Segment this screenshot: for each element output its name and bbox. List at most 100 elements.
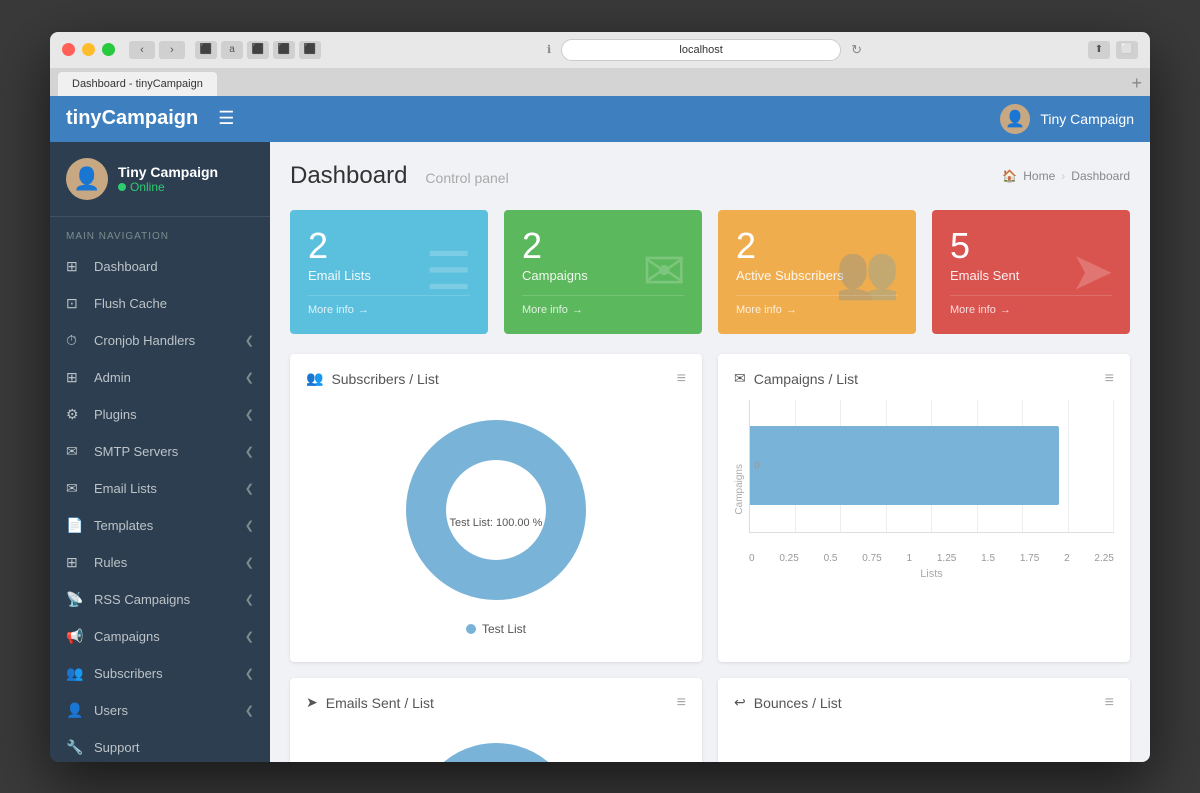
sidebar-item-smtp[interactable]: ✉ SMTP Servers ❮ [50,433,270,470]
sidebar-item-label: Users [94,703,128,718]
x-axis-label: Lists [749,568,1114,580]
stat-card-subscribers[interactable]: 2 Active Subscribers 👥 More info → [718,210,916,334]
rules-icon: ⊞ [66,554,84,571]
minimize-button[interactable] [82,43,95,56]
page-subtitle: Control panel [425,170,508,186]
flush-cache-icon: ⊡ [66,295,84,312]
app: tinyCampaign ☰ 👤 Tiny Campaign 👤 Tiny Ca… [50,96,1150,762]
chart-header: ➤ Emails Sent / List ≡ [306,694,686,712]
chart-menu-button[interactable]: ≡ [1105,694,1114,712]
stat-card-emails-sent[interactable]: 5 Emails Sent ➤ More info → [932,210,1130,334]
bar-zero-label: 0 [754,460,760,471]
campaigns-icon: 📢 [66,628,84,645]
share-button[interactable]: ⬆ [1088,41,1110,59]
sidebar-item-label: RSS Campaigns [94,592,190,607]
axis-label: 0.75 [862,553,881,564]
support-icon: 🔧 [66,739,84,756]
bar-chart-area: 0 [749,400,1114,533]
cronjob-icon: ⏱ [66,332,84,349]
sidebar-item-campaigns[interactable]: 📢 Campaigns ❮ [50,618,270,655]
admin-icon: ⊞ [66,369,84,386]
sidebar-item-label: Cronjob Handlers [94,333,195,348]
close-button[interactable] [62,43,75,56]
chart-menu-button[interactable]: ≡ [677,370,686,388]
toolbar-icon-2: a [221,41,243,59]
sidebar-item-dashboard[interactable]: ⊞ Dashboard [50,248,270,285]
chart-subscribers-list: 👥 Subscribers / List ≡ Test List: [290,354,702,662]
chart-title-icon: ↩ [734,694,746,711]
status-text: Online [130,180,165,194]
fullscreen-button[interactable] [102,43,115,56]
stat-more-link[interactable]: More info → [736,295,898,316]
stat-more-link[interactable]: More info → [308,295,470,316]
chart-title-text: Emails Sent / List [326,695,434,711]
sidebar-item-email-lists[interactable]: ✉ Email Lists ❮ [50,470,270,507]
stat-card-email-lists[interactable]: 2 Email Lists ☰ More info → [290,210,488,334]
hamburger-menu[interactable]: ☰ [218,108,234,129]
chevron-right-icon: ❮ [245,445,254,458]
sidebar-user: 👤 Tiny Campaign Online [50,142,270,217]
donut-svg [396,410,596,610]
sidebar-item-label: Support [94,740,140,755]
chart-title: ✉ Campaigns / List [734,370,858,387]
sidebar-item-label: Templates [94,518,153,533]
bar-fill [750,426,1059,505]
home-icon: 🏠 [1002,169,1017,183]
sidebar-item-support[interactable]: 🔧 Support [50,729,270,762]
refresh-icon[interactable]: ↻ [851,42,862,58]
axis-label: 1.5 [981,553,995,564]
sidebar-item-flush-cache[interactable]: ⊡ Flush Cache [50,285,270,322]
sidebar-item-plugins[interactable]: ⚙ Plugins ❮ [50,396,270,433]
arrow-icon: → [1000,304,1011,316]
chart-menu-button[interactable]: ≡ [1105,370,1114,388]
toolbar-icons: ⬛ a ⬛ ⬛ ⬛ [195,41,321,59]
subscribers-icon: 👥 [66,665,84,682]
sidebar-item-label: Campaigns [94,629,160,644]
sidebar-item-subscribers[interactable]: 👥 Subscribers ❮ [50,655,270,692]
toolbar-icon-4: ⬛ [273,41,295,59]
sidebar-item-rules[interactable]: ⊞ Rules ❮ [50,544,270,581]
new-tab-button[interactable]: + [1131,73,1142,96]
forward-button[interactable]: › [159,41,185,59]
status-indicator [118,183,126,191]
chevron-right-icon: ❮ [245,371,254,384]
sidebar-user-info: Tiny Campaign Online [118,164,218,194]
donut-svg-2 [396,734,596,762]
sidebar-item-templates[interactable]: 📄 Templates ❮ [50,507,270,544]
back-button[interactable]: ‹ [129,41,155,59]
rss-icon: 📡 [66,591,84,608]
breadcrumb-current: Dashboard [1071,169,1130,183]
app-header: tinyCampaign ☰ 👤 Tiny Campaign [50,96,1150,142]
axis-label: 2.25 [1094,553,1113,564]
stat-icon: 👥 [835,241,900,302]
sidebar-item-admin[interactable]: ⊞ Admin ❮ [50,359,270,396]
axis-label: 1 [907,553,913,564]
stat-more-link[interactable]: More info → [950,295,1112,316]
expand-button[interactable]: ⬜ [1116,41,1138,59]
sidebar-item-rss[interactable]: 📡 RSS Campaigns ❮ [50,581,270,618]
chart-title-text: Subscribers / List [331,371,438,387]
browser-tab[interactable]: Dashboard - tinyCampaign [58,72,217,96]
chart-menu-button[interactable]: ≡ [677,694,686,712]
sidebar: 👤 Tiny Campaign Online Main Navigation ⊞… [50,142,270,762]
sidebar-item-label: SMTP Servers [94,444,178,459]
page-title: Dashboard [290,162,407,190]
url-bar[interactable]: localhost [561,39,841,61]
chart-title-icon: ✉ [734,370,746,387]
chevron-right-icon: ❮ [245,667,254,680]
chart-title-icon: ➤ [306,694,318,711]
sidebar-item-cronjob[interactable]: ⏱ Cronjob Handlers ❮ [50,322,270,359]
page-header: Dashboard Control panel 🏠 Home › Dashboa… [290,162,1130,190]
chevron-right-icon: ❮ [245,482,254,495]
more-info-text: More info [950,304,996,316]
sidebar-item-users[interactable]: 👤 Users ❮ [50,692,270,729]
main-content: Dashboard Control panel 🏠 Home › Dashboa… [270,142,1150,762]
breadcrumb-home[interactable]: Home [1023,169,1055,183]
chevron-right-icon: ❮ [245,630,254,643]
chevron-right-icon: ❮ [245,334,254,347]
empty-chart [734,724,1114,762]
chart-title-text: Bounces / List [754,695,842,711]
y-axis-label: Campaigns [734,464,745,515]
stat-card-campaigns[interactable]: 2 Campaigns ✉ More info → [504,210,702,334]
stat-more-link[interactable]: More info → [522,295,684,316]
